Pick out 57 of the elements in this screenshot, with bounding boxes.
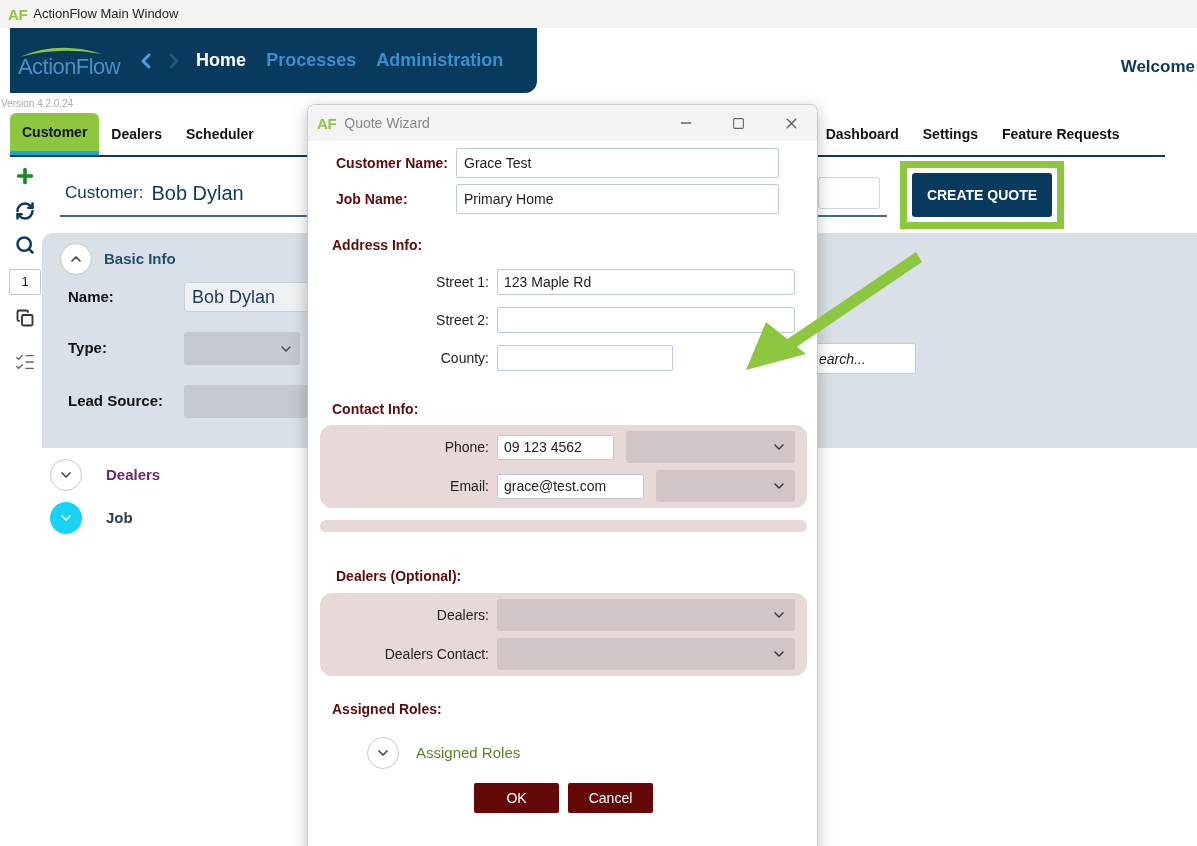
tab[interactable]: Settings	[910, 113, 990, 155]
field-label: Customer Name:	[335, 153, 450, 173]
window-title: ActionFlow Main Window	[33, 5, 179, 24]
tab[interactable]: Dealers	[99, 113, 174, 155]
expand-toggle[interactable]	[60, 243, 92, 275]
tab[interactable]: Dashboard	[813, 113, 911, 155]
tab[interactable]: Feature Requests	[990, 113, 1132, 155]
text-field[interactable]	[497, 307, 795, 333]
field-label: Name:	[68, 286, 115, 307]
expand-toggle[interactable]	[50, 459, 82, 491]
copy-icon[interactable]	[16, 309, 34, 327]
text-field[interactable]: 123 Maple Rd	[497, 269, 795, 295]
tab[interactable]: Scheduler	[173, 113, 266, 155]
dialog-button[interactable]: OK	[474, 783, 559, 813]
section-title: Job	[106, 507, 133, 528]
customer-name: Bob Dylan	[151, 181, 244, 206]
maximize-icon[interactable]	[732, 116, 745, 130]
text-field[interactable]: Grace Test	[456, 148, 779, 178]
field-label: Dealers Contact:	[383, 644, 489, 664]
roles-expander-label: Assigned Roles	[416, 742, 521, 763]
app-logo: AF	[8, 6, 28, 22]
field-label: Dealers:	[435, 605, 489, 625]
dialog-title: Quote Wizard	[344, 113, 430, 133]
field-label: Type:	[68, 338, 108, 359]
text-field[interactable]	[497, 345, 673, 371]
section-title: Basic Info	[104, 248, 176, 269]
version-text: Version 4.2.0.24	[0, 96, 74, 111]
customer-label: Customer:	[65, 182, 144, 205]
tab[interactable]: Customer	[10, 113, 100, 155]
page-number-field[interactable]: 1	[9, 269, 41, 295]
section-heading: Address Info:	[331, 236, 424, 255]
nav-link[interactable]: Home	[196, 47, 247, 74]
field-label: County:	[439, 348, 489, 368]
section-heading: Dealers (Optional):	[335, 567, 463, 586]
welcome-text: Welcome	[1120, 56, 1195, 78]
field-label: Job Name:	[335, 189, 409, 209]
text-field[interactable]: grace@test.com	[497, 473, 644, 499]
field-label: Street 1:	[435, 272, 489, 292]
section-heading: Contact Info:	[331, 400, 420, 419]
section-heading: Assigned Roles:	[331, 700, 443, 719]
create-quote-button[interactable]: CREATE QUOTE	[912, 173, 1052, 217]
field-label: Street 2:	[435, 310, 489, 330]
expand-toggle[interactable]	[50, 502, 82, 534]
search-icon[interactable]	[15, 235, 35, 255]
expand-toggle[interactable]	[367, 737, 399, 769]
refresh-icon[interactable]	[15, 201, 35, 221]
field-label: Phone:	[443, 437, 489, 457]
field-label: Email:	[449, 476, 489, 496]
text-field[interactable]: 09 123 4562	[497, 434, 614, 460]
text-field[interactable]	[818, 177, 880, 209]
dialog-button[interactable]: Cancel	[568, 783, 653, 813]
add-icon[interactable]	[14, 165, 36, 187]
field-label: Lead Source:	[68, 391, 165, 412]
app-logo: AF	[317, 115, 337, 131]
section-title: Dealers	[106, 464, 161, 485]
logo: ActionFlow	[18, 55, 121, 78]
text-field[interactable]: Primary Home	[456, 184, 779, 214]
